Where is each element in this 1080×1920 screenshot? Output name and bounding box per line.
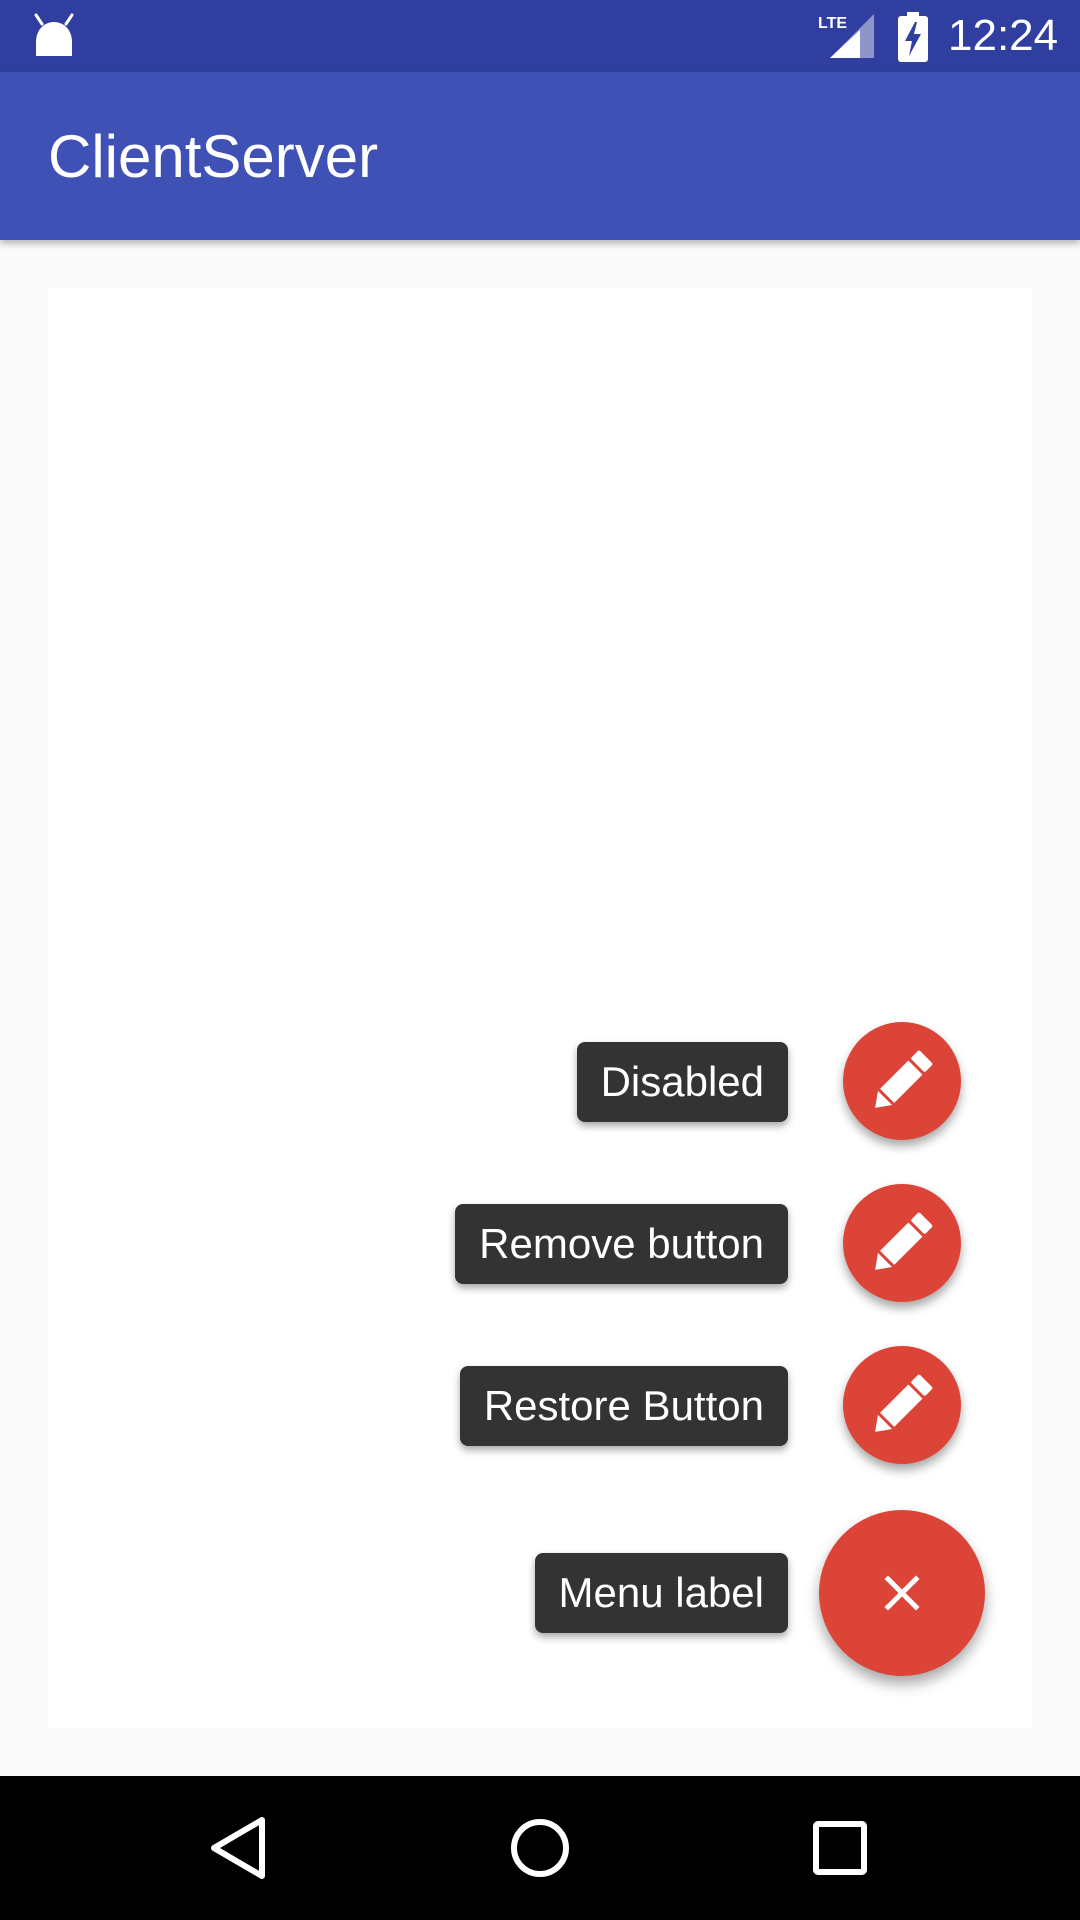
fab-label-remove[interactable]: Remove button	[455, 1204, 788, 1284]
home-button[interactable]	[504, 1812, 576, 1884]
clock: 12:24	[948, 11, 1059, 60]
back-icon	[211, 1817, 265, 1879]
home-icon	[511, 1819, 569, 1877]
back-button[interactable]	[204, 1812, 276, 1884]
fab-remove-button[interactable]	[843, 1184, 961, 1302]
fab-restore-button[interactable]	[843, 1346, 961, 1464]
lte-signal-icon: LTE	[818, 14, 874, 58]
lte-text: LTE	[818, 15, 847, 32]
recents-button[interactable]	[804, 1812, 876, 1884]
pencil-icon	[875, 1050, 933, 1108]
fab-label-disabled[interactable]: Disabled	[576, 1042, 788, 1122]
pencil-icon	[875, 1374, 933, 1432]
recents-icon	[813, 1821, 867, 1875]
navigation-bar	[0, 1776, 1080, 1920]
pencil-icon	[875, 1212, 933, 1270]
app-bar: ClientServer	[0, 72, 1080, 240]
fab-menu-label[interactable]: Menu label	[534, 1553, 788, 1633]
status-bar: LTE 12:24	[0, 0, 1080, 72]
battery-charging-icon	[898, 12, 928, 62]
fab-main-close-button[interactable]	[819, 1510, 985, 1676]
fab-label-restore[interactable]: Restore Button	[459, 1366, 788, 1446]
app-title: ClientServer	[48, 123, 379, 190]
android-icon	[34, 13, 74, 56]
fab-disabled-button[interactable]	[843, 1022, 961, 1140]
close-icon	[884, 1575, 920, 1611]
